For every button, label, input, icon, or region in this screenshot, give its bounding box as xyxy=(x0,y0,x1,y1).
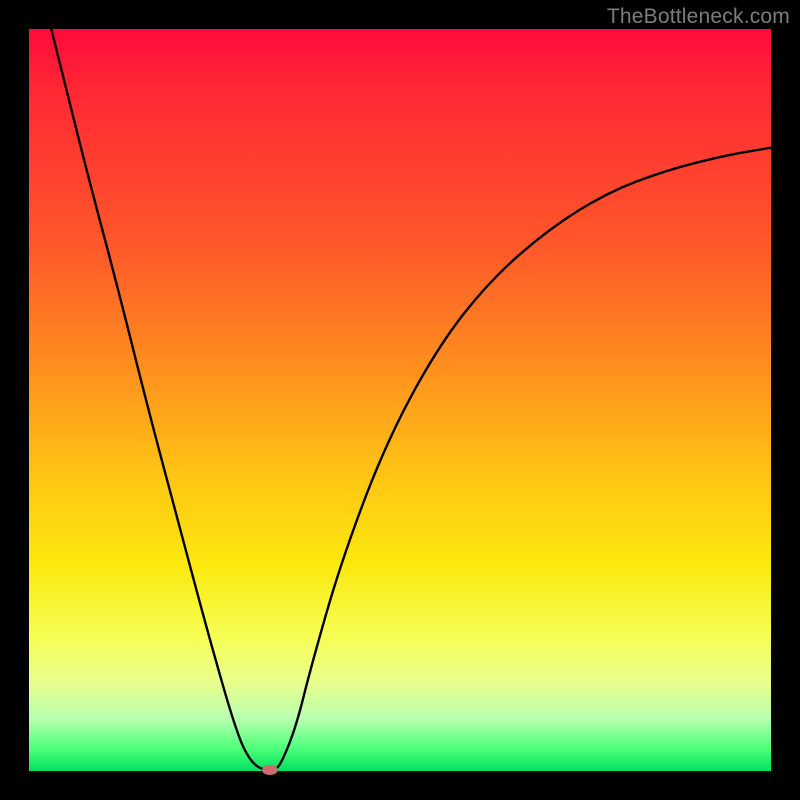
bottleneck-chart: TheBottleneck.com xyxy=(0,0,800,800)
bottleneck-curve-path xyxy=(51,29,771,771)
plot-area xyxy=(29,29,771,771)
watermark-text: TheBottleneck.com xyxy=(607,5,790,29)
minimum-marker xyxy=(262,765,278,775)
curve-svg xyxy=(29,29,771,771)
